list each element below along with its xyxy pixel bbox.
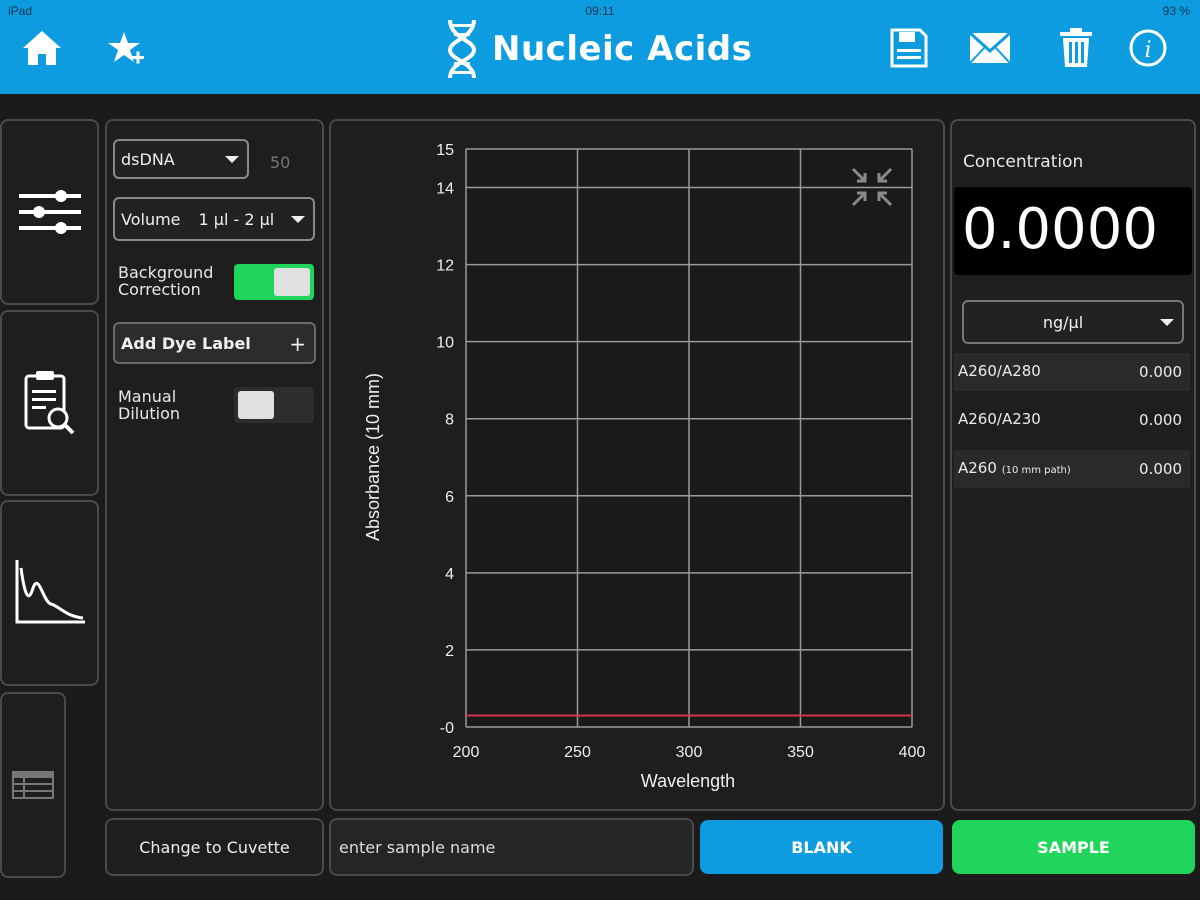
add-dye-label-text: Add Dye Label [121,333,251,353]
manual-dilution-label-2: Dilution [118,404,180,423]
clipboard-search-icon [24,371,74,435]
blank-label: BLANK [791,837,852,857]
concentration-label: Concentration [963,152,1084,172]
chevron-down-icon [291,216,305,223]
manual-dilution-toggle[interactable] [234,387,314,423]
sample-label: SAMPLE [1037,837,1110,857]
x-ticks: 200 250 300 350 400 [453,744,926,761]
y-axis-label: Absorbance (10 mm) [363,373,383,541]
sample-type-select[interactable]: dsDNA [113,139,249,179]
x-tick-label: 400 [899,744,926,761]
x-tick-label: 350 [787,744,814,761]
y-tick-label: 2 [445,643,454,660]
y-tick-label: 12 [436,258,454,275]
y-tick-label: 15 [436,142,454,159]
x-axis-label: Wavelength [641,771,735,791]
concentration-value: 0.0000 [962,197,1158,262]
volume-select[interactable]: Volume 1 µl - 2 µl [113,197,315,241]
y-ticks: -0 2 4 6 8 10 12 14 15 [436,142,454,737]
unit-value: ng/µl [1042,312,1084,332]
mail-icon[interactable] [968,26,1012,70]
result-value: 0.000 [1139,363,1182,381]
app-header: iPad 09:11 93 % Nucleic Acids i [0,0,1200,94]
manual-dilution-label-1: Manual [118,387,177,406]
toggle-knob [274,268,310,296]
nav-settings[interactable] [0,119,99,305]
y-tick-label: 6 [445,489,454,506]
y-tick-label: 4 [445,566,454,583]
y-tick-label: -0 [440,720,454,737]
nav-spectrum[interactable] [0,500,99,686]
background-correction-toggle[interactable] [234,264,314,300]
change-to-cuvette-button[interactable]: Change to Cuvette [105,818,324,876]
unit-select[interactable]: ng/µl [962,300,1184,344]
chart-grid [465,148,913,728]
info-icon[interactable]: i [1126,26,1170,70]
table-icon [12,771,54,799]
status-battery: 93 % [1162,4,1190,18]
chevron-down-icon [1160,319,1174,326]
background-correction-label-2: Correction [118,280,201,299]
save-icon[interactable] [886,26,930,70]
trash-icon[interactable] [1054,26,1098,70]
chevron-down-icon [225,156,239,163]
result-label: A260 (10 mm path) [958,459,1071,477]
favorites-add-icon[interactable] [104,26,148,70]
spectrum-chart-icon [15,560,85,624]
background-correction-label-1: Background [118,263,214,282]
app-title: Nucleic Acids [444,16,752,82]
sample-type-value: dsDNA [121,149,175,169]
blank-button[interactable]: BLANK [700,820,943,874]
settings-sliders-icon [18,190,81,234]
y-tick-label: 10 [436,335,454,352]
x-tick-label: 300 [676,744,703,761]
y-tick-label: 8 [445,412,454,429]
result-label: A260/A280 [958,362,1041,380]
sample-name-input[interactable]: enter sample name [329,818,694,876]
result-label: A260/A230 [958,410,1041,428]
spectrum-chart: -0 2 4 6 8 10 12 14 15 200 250 300 350 400 Wavelengt… [363,142,926,791]
x-tick-label: 250 [564,744,591,761]
nav-table[interactable] [0,692,66,878]
factor-value: 50 [270,153,291,172]
result-row: A260/A230 0.000 [954,401,1190,439]
result-value: 0.000 [1139,460,1182,478]
x-tick-label: 200 [453,744,480,761]
sample-name-placeholder: enter sample name [339,837,496,857]
svg-text:i: i [1144,38,1151,63]
dna-icon [447,19,477,79]
nav-review[interactable] [0,310,99,496]
result-row: A260/A280 0.000 [954,353,1190,391]
y-tick-label: 14 [436,181,454,198]
result-row: A260 (10 mm path) 0.000 [954,450,1190,488]
add-dye-label-button[interactable]: Add Dye Label + [113,322,316,364]
volume-label: Volume [121,209,181,229]
concentration-display: 0.0000 [954,187,1192,275]
toggle-knob [238,391,274,419]
plus-icon: + [289,332,306,356]
change-to-cuvette-label: Change to Cuvette [139,837,290,857]
home-icon[interactable] [20,26,64,70]
result-value: 0.000 [1139,411,1182,429]
volume-value: 1 µl - 2 µl [198,209,275,229]
page-title: Nucleic Acids [492,29,753,69]
sample-button[interactable]: SAMPLE [952,820,1195,874]
result-label-note: (10 mm path) [1001,465,1071,476]
